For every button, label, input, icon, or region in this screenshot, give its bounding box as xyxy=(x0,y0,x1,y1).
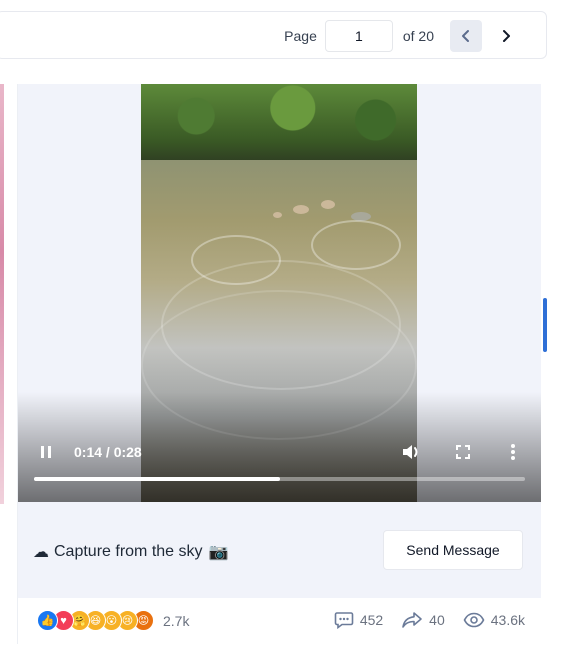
scrollbar-thumb[interactable] xyxy=(543,298,547,352)
page: Page of 20 xyxy=(0,0,563,661)
camera-icon: 📷 xyxy=(208,544,229,561)
prev-page-button[interactable] xyxy=(450,20,482,52)
video-progress-fill xyxy=(34,477,280,481)
shares-stat[interactable]: 40 xyxy=(401,611,445,629)
page-label: Page xyxy=(284,28,317,44)
post-caption: ☁ Capture from the sky 📷 xyxy=(33,542,228,562)
post-stats: 452 40 43.6k xyxy=(316,611,525,629)
water-ripple xyxy=(311,220,401,270)
chevron-right-icon xyxy=(503,30,510,42)
send-message-button[interactable]: Send Message xyxy=(383,530,523,570)
pause-icon[interactable] xyxy=(34,440,58,464)
views-stat: 43.6k xyxy=(463,612,525,628)
shares-count: 40 xyxy=(429,612,445,628)
page-number-input[interactable] xyxy=(324,20,393,52)
chevron-left-icon xyxy=(462,30,469,42)
post-card: 0:14 / 0:28 ☁ Capture from the sky 📷 Sen… xyxy=(17,84,541,644)
comment-icon xyxy=(334,612,354,629)
post-footer: 👍 ♥ 🤗 😆 😮 😢 😡 2.7k 452 40 43.6k xyxy=(18,598,541,644)
eye-icon xyxy=(463,612,485,628)
reactions[interactable]: 👍 ♥ 🤗 😆 😮 😢 😡 2.7k xyxy=(37,610,189,631)
more-vertical-icon[interactable] xyxy=(501,440,525,464)
rock xyxy=(293,205,309,214)
fullscreen-icon[interactable] xyxy=(451,440,475,464)
comments-count: 452 xyxy=(359,612,384,628)
rock xyxy=(273,212,282,218)
video-progress-bar[interactable] xyxy=(34,477,525,481)
video-controls: 0:14 / 0:28 xyxy=(18,432,541,502)
pagination-bar: Page of 20 xyxy=(0,11,547,59)
reaction-like-icon: 👍 xyxy=(37,610,58,631)
pager: Page of 20 xyxy=(284,20,522,52)
comments-stat[interactable]: 452 xyxy=(334,611,383,629)
page-total-label: of 20 xyxy=(402,28,434,44)
share-icon xyxy=(402,612,422,628)
views-count: 43.6k xyxy=(490,612,525,628)
post-caption-row: ☁ Capture from the sky 📷 Send Message xyxy=(18,502,541,598)
reaction-count: 2.7k xyxy=(163,612,190,629)
video-scene-trees xyxy=(141,84,417,164)
video-time: 0:14 / 0:28 xyxy=(74,444,142,460)
volume-icon[interactable] xyxy=(399,440,423,464)
previous-card-edge xyxy=(0,84,4,504)
post-caption-text: Capture from the sky xyxy=(54,543,203,560)
cloud-icon: ☁ xyxy=(33,544,49,561)
video-player[interactable]: 0:14 / 0:28 xyxy=(18,84,541,502)
video-controls-row: 0:14 / 0:28 xyxy=(34,438,525,466)
reaction-emoji-list: 👍 ♥ 🤗 😆 😮 😢 😡 xyxy=(37,610,154,631)
next-page-button[interactable] xyxy=(490,20,522,52)
rock xyxy=(321,200,335,209)
